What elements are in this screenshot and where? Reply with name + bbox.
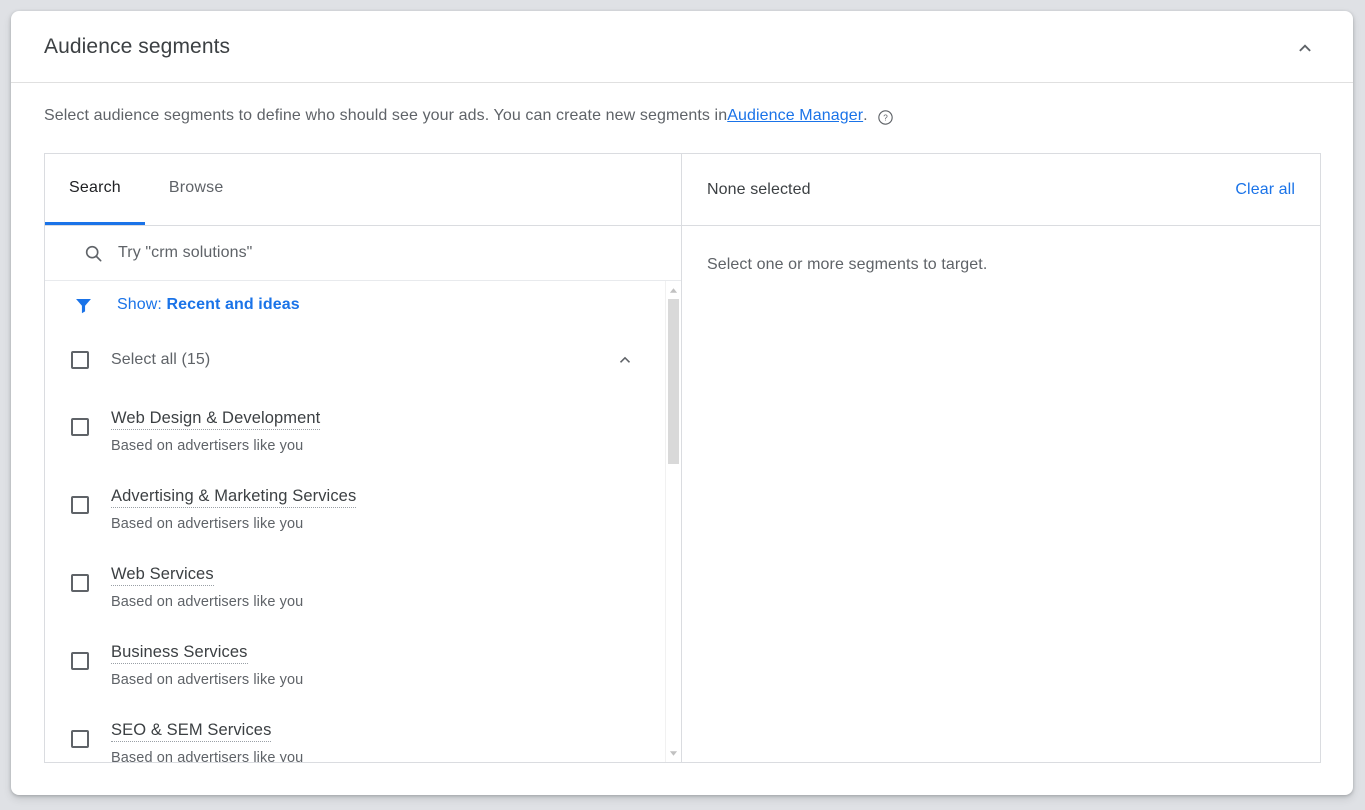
collapse-section-button[interactable] — [1289, 32, 1321, 64]
segment-title[interactable]: Web Design & Development — [111, 408, 320, 430]
selection-count-label: None selected — [707, 181, 811, 199]
selected-segments-pane: None selected Clear all Select one or mo… — [682, 154, 1320, 762]
scroll-down-arrow-icon[interactable] — [666, 746, 681, 760]
list-item[interactable]: Business Services Based on advertisers l… — [45, 625, 659, 703]
chevron-up-icon — [615, 350, 635, 370]
select-all-checkbox[interactable] — [71, 351, 89, 369]
clear-all-button[interactable]: Clear all — [1235, 181, 1295, 199]
segment-checkbox-cell — [71, 405, 89, 448]
segment-text: Web Services Based on advertisers like y… — [111, 561, 303, 611]
segment-checkbox-cell — [71, 717, 89, 760]
list-item[interactable]: Advertising & Marketing Services Based o… — [45, 469, 659, 547]
segment-title[interactable]: SEO & SEM Services — [111, 720, 271, 742]
segment-list-wrapper: Show: Recent and ideas Select all (15) — [45, 281, 681, 762]
search-input[interactable] — [118, 244, 638, 262]
help-circle-icon[interactable]: ? — [877, 109, 894, 126]
tab-search[interactable]: Search — [45, 154, 145, 225]
audience-selector-panel: Search Browse — [44, 153, 1321, 763]
segment-checkbox-cell — [71, 639, 89, 682]
segment-subtitle: Based on advertisers like you — [111, 437, 320, 455]
select-all-row: Select all (15) — [45, 329, 659, 391]
segment-text: SEO & SEM Services Based on advertisers … — [111, 717, 303, 762]
description-text-after: . — [863, 107, 868, 125]
segment-text: Advertising & Marketing Services Based o… — [111, 483, 356, 533]
segment-title[interactable]: Business Services — [111, 642, 248, 664]
segment-checkbox[interactable] — [71, 730, 89, 748]
show-filter-prefix: Show: — [117, 296, 167, 313]
segment-title[interactable]: Advertising & Marketing Services — [111, 486, 356, 508]
segment-checkbox-cell — [71, 561, 89, 604]
segment-list-scrollbar[interactable] — [665, 281, 681, 762]
svg-text:?: ? — [883, 113, 888, 122]
audience-segments-card: Audience segments Select audience segmen… — [11, 11, 1353, 795]
segment-text: Business Services Based on advertisers l… — [111, 639, 303, 689]
show-filter-label: Show: Recent and ideas — [117, 296, 300, 314]
list-item[interactable]: SEO & SEM Services Based on advertisers … — [45, 703, 659, 762]
search-icon — [83, 243, 104, 264]
description-text-before: Select audience segments to define who s… — [44, 107, 727, 125]
scrollbar-thumb[interactable] — [668, 299, 679, 464]
segment-subtitle: Based on advertisers like you — [111, 593, 303, 611]
show-filter-row[interactable]: Show: Recent and ideas — [45, 281, 659, 329]
card-header: Audience segments — [11, 11, 1353, 83]
show-filter-value: Recent and ideas — [167, 296, 300, 313]
list-item[interactable]: Web Design & Development Based on advert… — [45, 391, 659, 469]
segment-subtitle: Based on advertisers like you — [111, 515, 356, 533]
segment-checkbox[interactable] — [71, 496, 89, 514]
segment-tabs: Search Browse — [45, 154, 681, 226]
segment-text: Web Design & Development Based on advert… — [111, 405, 320, 455]
segment-browser-pane: Search Browse — [45, 154, 682, 762]
segment-subtitle: Based on advertisers like you — [111, 671, 303, 689]
selection-header: None selected Clear all — [682, 154, 1320, 226]
search-row — [45, 226, 681, 281]
segment-title[interactable]: Web Services — [111, 564, 214, 586]
select-all-label: Select all (15) — [111, 351, 609, 369]
audience-manager-link[interactable]: Audience Manager — [727, 107, 863, 125]
page-title: Audience segments — [44, 35, 230, 59]
filter-funnel-icon — [71, 295, 95, 316]
chevron-up-icon — [1294, 37, 1316, 59]
segment-checkbox[interactable] — [71, 418, 89, 436]
scroll-up-arrow-icon[interactable] — [666, 283, 681, 297]
collapse-list-button[interactable] — [609, 344, 641, 376]
selection-empty-message: Select one or more segments to target. — [682, 226, 1320, 274]
segment-checkbox[interactable] — [71, 652, 89, 670]
segment-checkbox[interactable] — [71, 574, 89, 592]
segment-checkbox-cell — [71, 483, 89, 526]
list-item[interactable]: Web Services Based on advertisers like y… — [45, 547, 659, 625]
segment-subtitle: Based on advertisers like you — [111, 749, 303, 762]
segment-list: Show: Recent and ideas Select all (15) — [45, 281, 681, 762]
tab-browse[interactable]: Browse — [145, 154, 248, 225]
section-description: Select audience segments to define who s… — [44, 107, 894, 125]
